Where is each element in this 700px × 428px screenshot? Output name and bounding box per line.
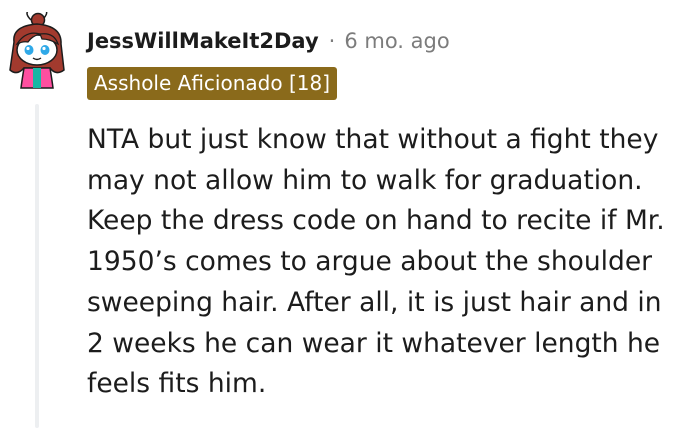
timestamp-link[interactable]: 6 mo. ago: [344, 29, 449, 53]
comment-meta: JessWillMakeIt2Day · 6 mo. ago: [87, 24, 450, 58]
comment-body-line: feels fits him.: [87, 368, 267, 400]
comment-body-line: sweeping hair. After all, it is just hai…: [87, 286, 662, 318]
user-flair-badge: Asshole Aficionado [18]: [87, 67, 337, 100]
comment-body-line: may not allow him to walk for graduation…: [87, 164, 643, 196]
comment-body-line: NTA but just know that without a fight t…: [87, 124, 659, 155]
username-link[interactable]: JessWillMakeIt2Day: [87, 29, 319, 53]
snoo-avatar-icon: [9, 10, 65, 89]
comment-body-line: 2 weeks he can wear it whatever length h…: [87, 327, 661, 359]
meta-separator: ·: [328, 29, 336, 53]
comment-body-line: Keep the dress code on hand to recite if…: [87, 205, 665, 237]
thread-collapse-line[interactable]: [35, 104, 39, 428]
comment-body-line: 1950’s comes to argue about the shoulder: [87, 246, 653, 278]
avatar[interactable]: [6, 10, 68, 90]
comment: JessWillMakeIt2Day · 6 mo. ago Asshole A…: [0, 0, 700, 428]
comment-body: NTA but just know that without a fight t…: [87, 120, 687, 405]
